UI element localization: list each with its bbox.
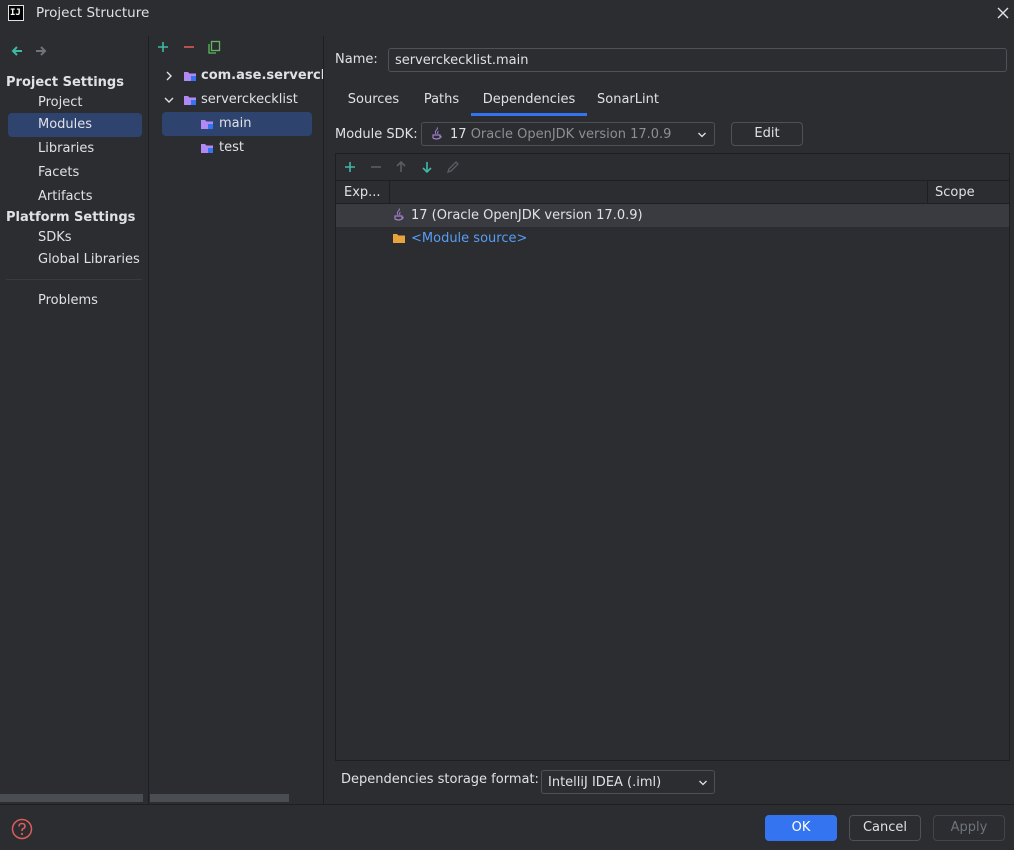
nav-item-project[interactable]: Project [8, 91, 142, 115]
dependencies-toolbar [336, 154, 1009, 180]
tree-horizontal-scrollbar[interactable] [150, 794, 289, 802]
tree-node-test[interactable]: test [162, 136, 312, 160]
tree-node-serverckecklist[interactable]: serverckecklist [150, 88, 323, 112]
dialog-footer: OK Cancel Apply [0, 804, 1014, 850]
add-dependency-icon[interactable] [343, 160, 357, 174]
remove-icon[interactable] [182, 40, 196, 54]
folder-icon [393, 234, 405, 243]
nav-item-artifacts[interactable]: Artifacts [8, 185, 142, 209]
chevron-down-icon[interactable] [163, 94, 175, 106]
help-icon[interactable] [11, 818, 33, 840]
module-folder-icon [184, 72, 196, 81]
edit-pencil-icon[interactable] [446, 160, 460, 174]
apply-button[interactable]: Apply [933, 815, 1005, 841]
source-set-folder-icon [201, 120, 213, 129]
chevron-right-icon[interactable] [163, 70, 175, 82]
sdk-version-text: Oracle OpenJDK version 17.0.9 [470, 127, 672, 142]
java-cup-icon [394, 208, 404, 221]
storage-format-select[interactable]: IntelliJ IDEA (.iml) [541, 770, 715, 794]
forward-arrow-icon[interactable] [34, 44, 48, 58]
cancel-button[interactable]: Cancel [849, 815, 921, 841]
dependency-row-jdk[interactable]: 17 (Oracle OpenJDK version 17.0.9) [336, 204, 1009, 227]
module-tree-panel: com.ase.serverckec serverckecklist main … [150, 36, 324, 804]
source-set-folder-icon [201, 144, 213, 153]
storage-format-label: Dependencies storage format: [341, 772, 539, 787]
title-bar: IJ Project Structure [0, 0, 1014, 28]
module-folder-icon [184, 96, 196, 105]
tree-node-label: serverckecklist [201, 92, 298, 107]
tab-sources[interactable]: Sources [341, 92, 406, 116]
tree-node-label: com.ase.serverckec [201, 68, 323, 83]
tab-dependencies[interactable]: Dependencies [471, 92, 587, 116]
module-source-link[interactable]: <Module source> [411, 227, 527, 250]
column-separator[interactable] [389, 181, 390, 203]
nav-item-facets[interactable]: Facets [8, 161, 142, 185]
java-cup-icon [432, 127, 442, 140]
module-sdk-label: Module SDK: [335, 127, 418, 142]
chevron-down-icon [698, 132, 706, 138]
dependency-label: 17 (Oracle OpenJDK version 17.0.9) [411, 208, 643, 223]
module-sdk-select[interactable]: 17 Oracle OpenJDK version 17.0.9 [421, 122, 715, 146]
project-settings-header: Project Settings [6, 75, 124, 90]
nav-horizontal-scrollbar[interactable] [0, 794, 143, 802]
close-icon[interactable] [996, 6, 1010, 20]
tree-node-com-ase[interactable]: com.ase.serverckec [150, 64, 323, 88]
tree-node-label: test [219, 140, 244, 155]
window-title: Project Structure [36, 5, 150, 21]
column-export[interactable]: Exp... [344, 185, 381, 200]
nav-item-sdks[interactable]: SDKs [8, 226, 142, 250]
dependency-row-module-source[interactable]: <Module source> [336, 227, 1009, 250]
nav-item-modules[interactable]: Modules [8, 113, 142, 137]
move-down-icon[interactable] [420, 160, 434, 174]
platform-settings-header: Platform Settings [6, 210, 136, 225]
nav-item-libraries[interactable]: Libraries [8, 137, 142, 161]
tree-node-label: main [219, 116, 252, 131]
tree-node-main[interactable]: main [162, 112, 312, 136]
edit-sdk-button[interactable]: Edit [731, 122, 803, 146]
dependencies-table-header: Exp... Scope [336, 180, 1009, 204]
add-icon[interactable] [156, 40, 170, 54]
ok-button[interactable]: OK [765, 815, 837, 841]
storage-format-value: IntelliJ IDEA (.iml) [548, 775, 662, 790]
sdk-version-number: 17 [450, 127, 467, 142]
column-scope[interactable]: Scope [935, 185, 975, 200]
nav-item-global-libraries[interactable]: Global Libraries [8, 248, 142, 272]
tab-sonarlint[interactable]: SonarLint [592, 92, 664, 116]
chevron-down-icon [699, 780, 707, 786]
nav-item-problems[interactable]: Problems [8, 289, 142, 313]
column-separator[interactable] [927, 181, 928, 203]
tab-paths[interactable]: Paths [414, 92, 469, 116]
copy-icon[interactable] [207, 40, 221, 54]
settings-nav-panel: Project Settings Project Modules Librari… [0, 36, 149, 804]
nav-divider [6, 279, 142, 280]
remove-dependency-icon[interactable] [369, 160, 383, 174]
dependencies-panel: Exp... Scope 17 (Oracle OpenJDK version … [335, 153, 1010, 761]
intellij-logo-icon: IJ [8, 5, 24, 21]
move-up-icon[interactable] [394, 160, 408, 174]
back-arrow-icon[interactable] [10, 44, 24, 58]
module-name-input[interactable] [388, 48, 1007, 72]
name-label: Name: [335, 52, 378, 67]
